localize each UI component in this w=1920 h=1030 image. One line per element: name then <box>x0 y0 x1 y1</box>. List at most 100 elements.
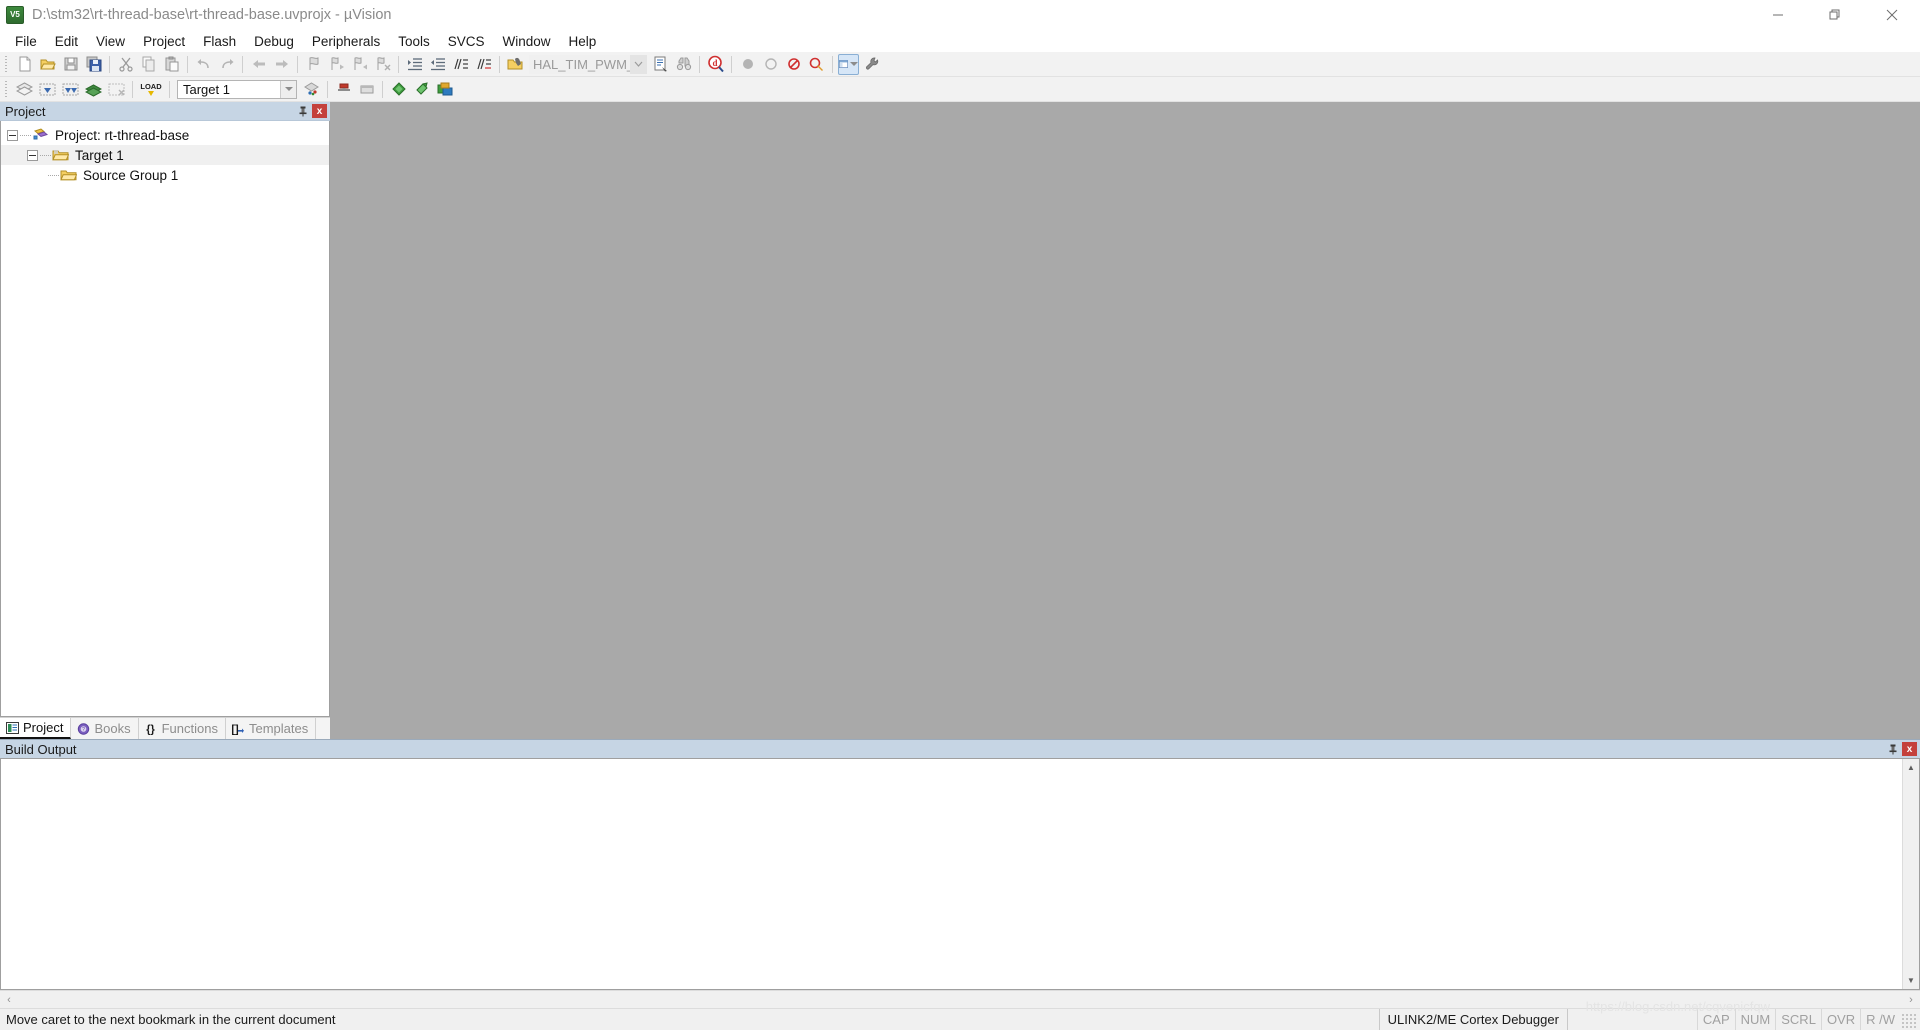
menu-peripherals[interactable]: Peripherals <box>303 32 389 51</box>
wrench-icon[interactable] <box>861 54 882 75</box>
restore-icon[interactable] <box>1806 0 1863 30</box>
find-symbol-value[interactable]: HAL_TIM_PWM_Star <box>529 57 630 72</box>
status-flag-ovr: OVR <box>1820 1008 1860 1030</box>
stop-build-icon[interactable] <box>106 79 127 100</box>
circle-kill-icon[interactable] <box>806 54 827 75</box>
bookmark-next-icon[interactable] <box>349 54 370 75</box>
close-build-output-button[interactable]: x <box>1902 742 1917 756</box>
build-icon[interactable] <box>37 79 58 100</box>
pack-installer-icon[interactable] <box>356 79 377 100</box>
tree-node-project[interactable]: Project: rt-thread-base <box>1 125 329 145</box>
chevron-down-icon[interactable] <box>630 54 647 74</box>
books-tab-icon: ? <box>76 722 90 736</box>
svg-text:{}: {} <box>146 723 155 735</box>
build-output-body[interactable]: ▲ ▼ <box>0 758 1920 990</box>
expander-icon[interactable] <box>7 129 18 141</box>
editor-mdi-area[interactable] <box>330 102 1920 739</box>
svcs-icon[interactable] <box>434 79 455 100</box>
hollow-circle-icon[interactable] <box>760 54 781 75</box>
copy-button[interactable] <box>138 54 159 75</box>
pin-icon[interactable] <box>1886 742 1900 756</box>
undo-arrow-icon[interactable] <box>193 54 214 75</box>
build-output-text[interactable] <box>1 759 1902 989</box>
circle-slash-icon[interactable] <box>783 54 804 75</box>
tree-node-target[interactable]: Target 1 <box>1 145 329 165</box>
arrow-right-icon[interactable] <box>271 54 292 75</box>
chevron-down-icon[interactable] <box>850 62 858 66</box>
manage-components-icon[interactable] <box>333 79 354 100</box>
status-flag-scrl: SCRL <box>1775 1008 1821 1030</box>
menu-window[interactable]: Window <box>493 32 559 51</box>
tab-books[interactable]: ? Books <box>71 718 139 739</box>
menu-view[interactable]: View <box>87 32 134 51</box>
load-icon[interactable]: LOAD <box>138 79 164 100</box>
tree-node-source-group[interactable]: Source Group 1 <box>1 165 329 185</box>
menu-flash[interactable]: Flash <box>194 32 245 51</box>
arrow-left-icon[interactable] <box>248 54 269 75</box>
svg-text:[]: [] <box>232 723 240 735</box>
bookmark-prev-icon[interactable] <box>326 54 347 75</box>
resize-grip-icon[interactable] <box>1902 1011 1918 1028</box>
pin-icon[interactable] <box>296 104 310 118</box>
comment-lines-icon[interactable] <box>450 54 471 75</box>
project-tree[interactable]: Project: rt-thread-base Target 1 Source … <box>0 121 330 717</box>
scroll-up-icon[interactable]: ▲ <box>1903 759 1920 776</box>
select-target-value[interactable]: Target 1 <box>178 82 280 97</box>
build-output-horizontal-scrollbar[interactable]: ‹ › <box>0 990 1920 1008</box>
binoculars-icon[interactable] <box>673 54 694 75</box>
menu-help[interactable]: Help <box>560 32 606 51</box>
templates-tab-icon: [] <box>231 722 245 736</box>
save-all-button[interactable] <box>83 54 104 75</box>
menu-project[interactable]: Project <box>134 32 194 51</box>
build-output-vertical-scrollbar[interactable]: ▲ ▼ <box>1902 759 1919 989</box>
window-layout-combo[interactable] <box>838 53 859 75</box>
green-diamond-icon[interactable] <box>388 79 409 100</box>
menu-edit[interactable]: Edit <box>46 32 87 51</box>
new-file-button[interactable] <box>14 54 35 75</box>
menu-file[interactable]: File <box>6 32 46 51</box>
project-panel-title: Project <box>5 103 46 119</box>
toolbar-separator <box>398 55 399 73</box>
filled-circle-icon[interactable] <box>737 54 758 75</box>
translate-layers-icon[interactable] <box>14 79 35 100</box>
chevron-down-icon[interactable] <box>280 80 296 98</box>
target-options-icon[interactable] <box>301 79 322 100</box>
bookmark-icon[interactable] <box>303 54 324 75</box>
bookmark-clear-icon[interactable] <box>372 54 393 75</box>
minimize-icon[interactable] <box>1749 0 1806 30</box>
tab-functions[interactable]: {} Functions <box>138 718 226 739</box>
main-toolbar: HAL_TIM_PWM_Star <box>0 52 1920 77</box>
expander-icon[interactable] <box>27 149 38 161</box>
green-arrow-icon[interactable] <box>411 79 432 100</box>
close-icon[interactable] <box>1863 0 1920 30</box>
find-symbol-combo[interactable]: HAL_TIM_PWM_Star <box>529 54 647 74</box>
save-button[interactable] <box>60 54 81 75</box>
open-doc-hand-icon[interactable] <box>505 54 526 75</box>
open-file-button[interactable] <box>37 54 58 75</box>
browse-document-icon[interactable] <box>650 54 671 75</box>
indent-right-icon[interactable] <box>404 54 425 75</box>
tab-project[interactable]: Project <box>0 718 72 739</box>
paste-button[interactable] <box>161 54 182 75</box>
menu-debug[interactable]: Debug <box>245 32 303 51</box>
toolbar-grip[interactable] <box>3 79 10 99</box>
magnifier-d-icon[interactable]: d <box>705 54 726 75</box>
rebuild-icon[interactable] <box>60 79 81 100</box>
menu-svcs[interactable]: SVCS <box>439 32 494 51</box>
indent-left-icon[interactable] <box>427 54 448 75</box>
tab-templates[interactable]: [] Templates <box>225 718 317 739</box>
redo-arrow-icon[interactable] <box>216 54 237 75</box>
menu-tools[interactable]: Tools <box>389 32 439 51</box>
uncomment-lines-icon[interactable] <box>473 54 494 75</box>
scroll-right-icon[interactable]: › <box>1902 991 1920 1009</box>
toolbar-grip[interactable] <box>3 54 10 74</box>
close-panel-button[interactable]: x <box>312 104 327 118</box>
cut-button[interactable] <box>115 54 136 75</box>
project-panel: Project x Project: rt-thread-base Target… <box>0 102 330 739</box>
select-target-combo[interactable]: Target 1 <box>177 79 297 99</box>
scroll-down-icon[interactable]: ▼ <box>1903 972 1920 989</box>
project-panel-header: Project x <box>0 102 330 121</box>
batch-build-icon[interactable] <box>83 79 104 100</box>
status-flag-rw: R /W <box>1860 1008 1900 1030</box>
scroll-left-icon[interactable]: ‹ <box>0 991 18 1009</box>
